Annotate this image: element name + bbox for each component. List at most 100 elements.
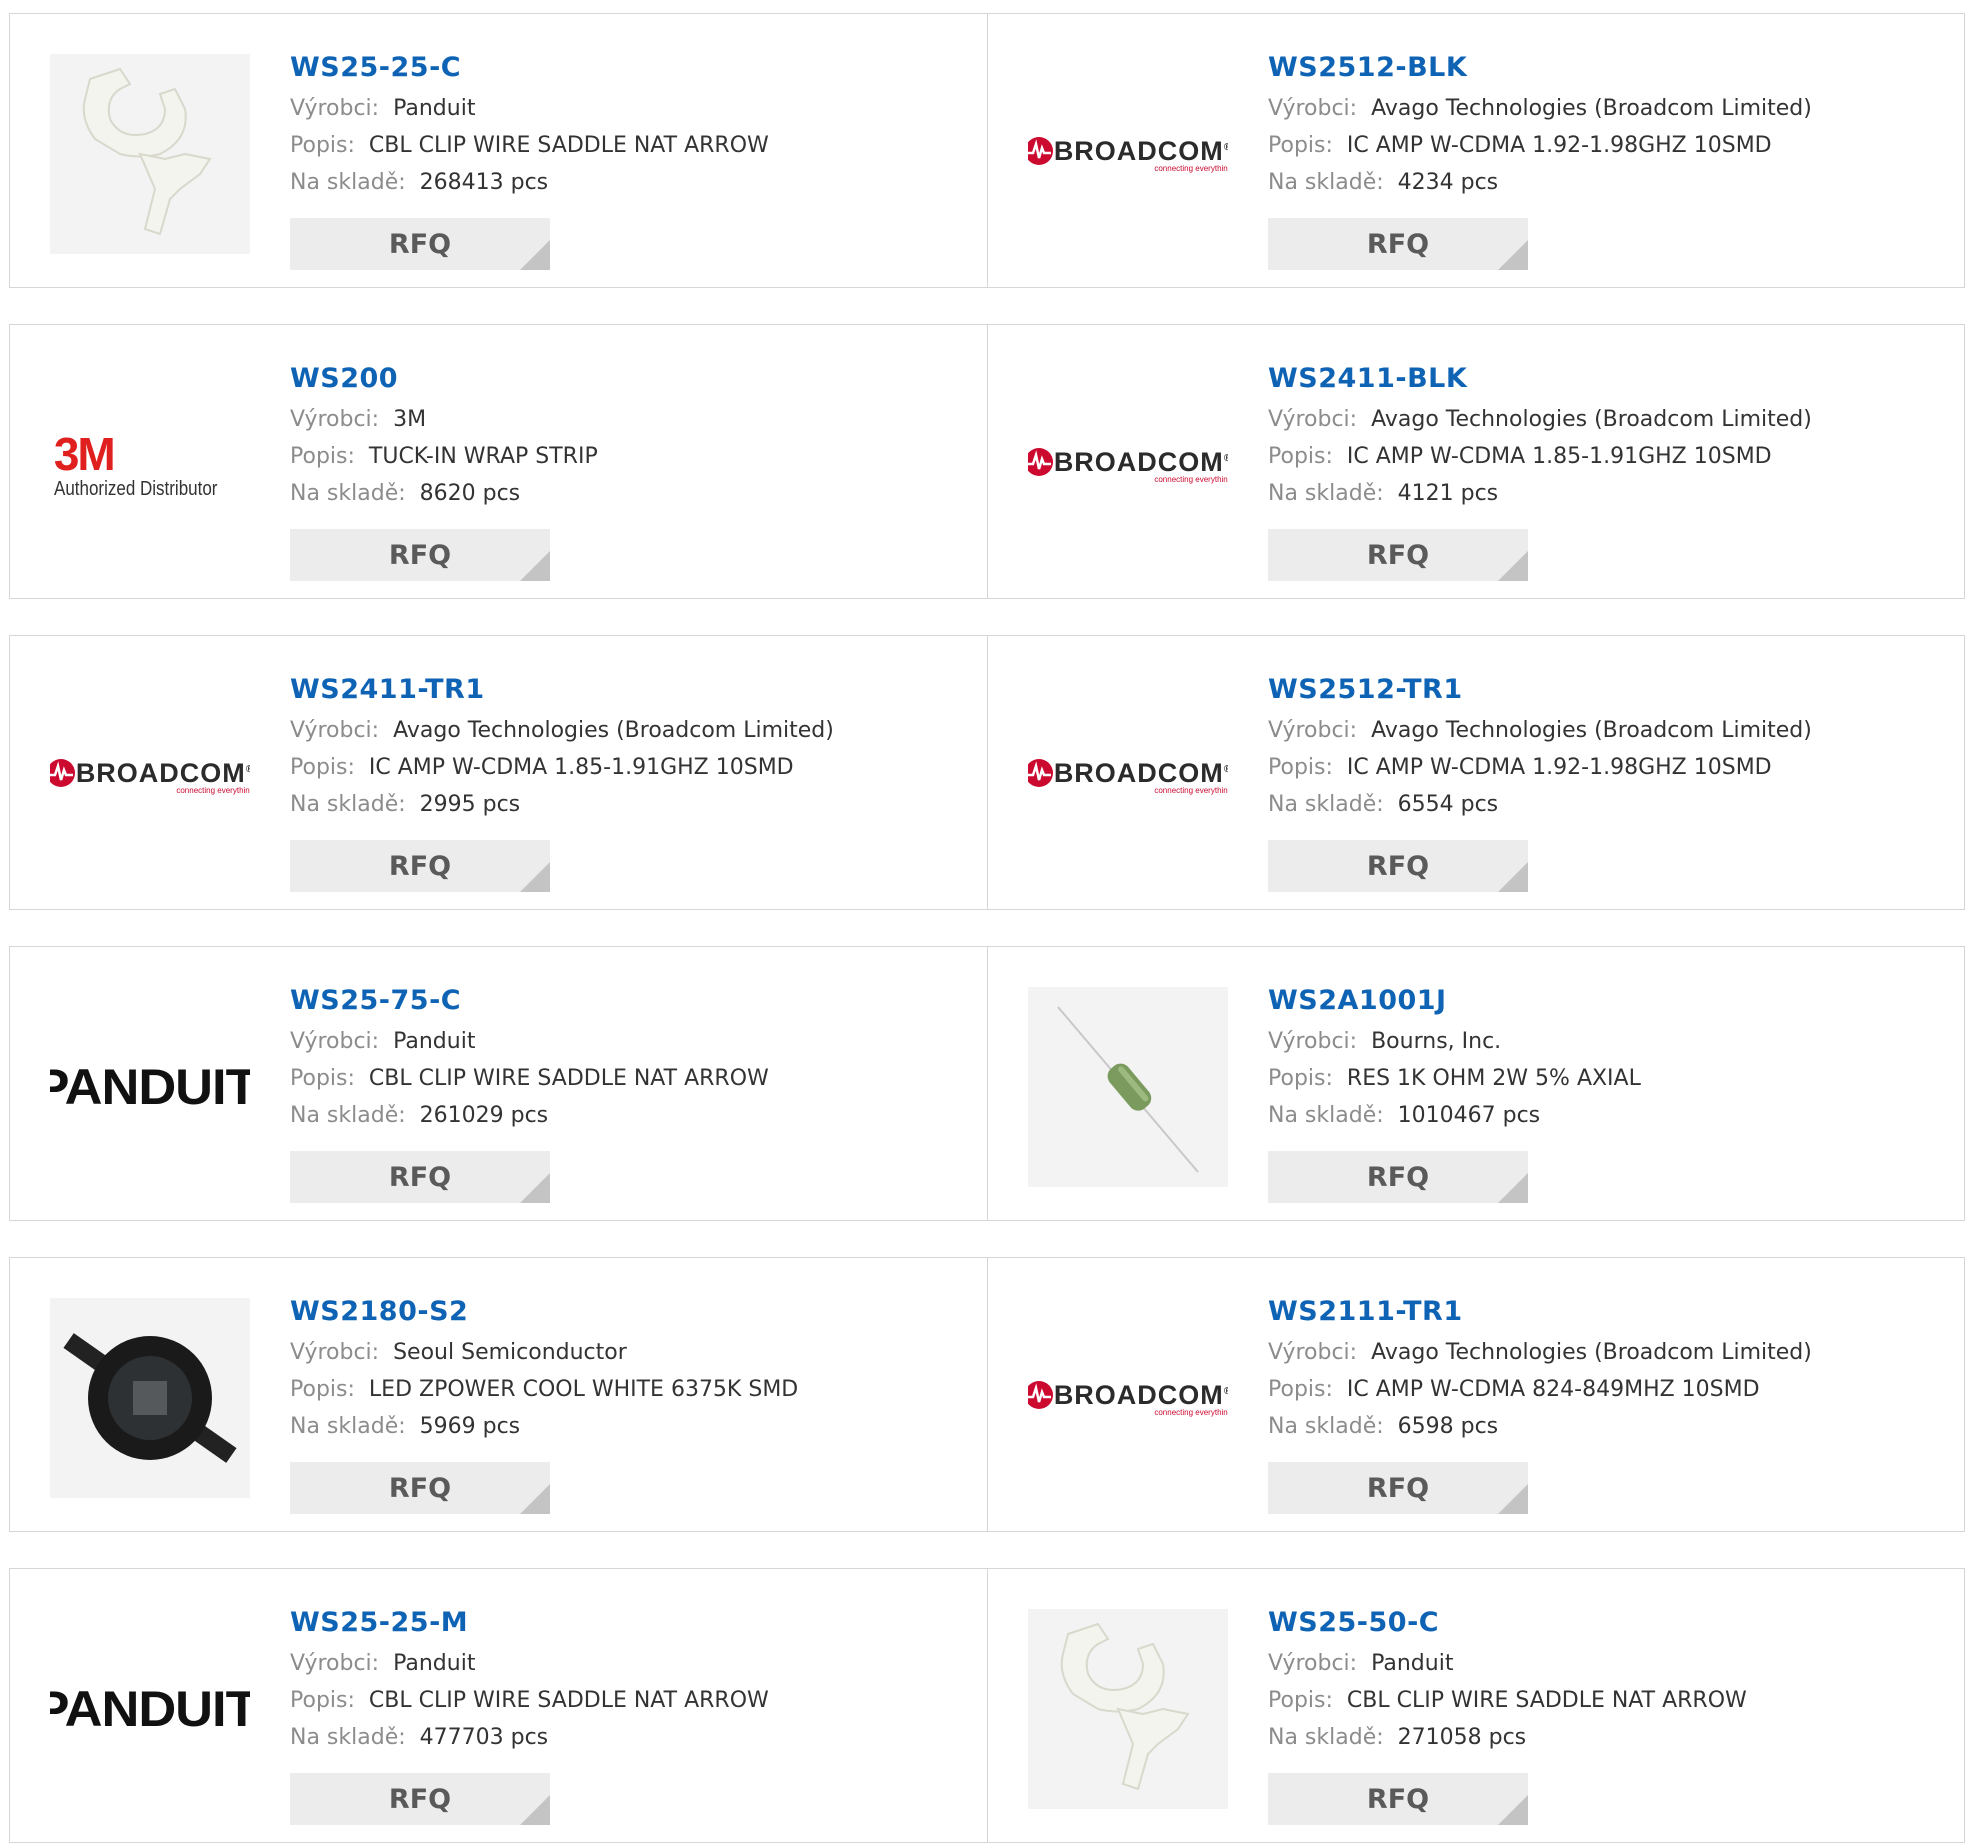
rfq-corner-decoration [1498, 1484, 1528, 1514]
part-number-link[interactable]: WS2512-BLK [1268, 46, 1948, 90]
stock-line: Na skladě: 1010467 pcs [1268, 1097, 1948, 1134]
part-number-link[interactable]: WS200 [290, 357, 970, 401]
product-card: PANDUIT® WS25-75-C Výrobci: Panduit Popis: C… [9, 947, 987, 1220]
product-thumbnail[interactable]: PANDUIT® [50, 987, 250, 1187]
broadcom-wordmark: BROADCOM® [1053, 446, 1228, 477]
product-thumbnail[interactable] [50, 54, 250, 254]
stock-value: 477703 pcs [419, 1725, 549, 1750]
rfq-button[interactable]: RFQ [290, 1151, 550, 1203]
part-number-link[interactable]: WS25-25-C [290, 46, 970, 90]
resistor-image [1057, 1006, 1199, 1173]
description-line: Popis: TUCK-IN WRAP STRIP [290, 438, 970, 475]
product-thumbnail[interactable]: BROADCOM® connecting everything [1028, 1298, 1228, 1498]
rfq-corner-decoration [520, 1795, 550, 1825]
product-card: WS25-50-C Výrobci: Panduit Popis: CBL CLIP W… [987, 1569, 1965, 1842]
stock-label: Na skladě: [1268, 1414, 1384, 1439]
product-grid: WS25-25-C Výrobci: Panduit Popis: CBL CLIP W… [0, 0, 1965, 1843]
product-thumbnail[interactable]: BROADCOM® connecting everything [50, 676, 250, 876]
manufacturer-label: Výrobci: [290, 1651, 380, 1676]
rfq-button[interactable]: RFQ [290, 529, 550, 581]
stock-line: Na skladě: 261029 pcs [290, 1097, 970, 1134]
rfq-button[interactable]: RFQ [1268, 1151, 1528, 1203]
rfq-button[interactable]: RFQ [290, 1773, 550, 1825]
product-row: 3M Authorized Distributor WS200 Výrobci: 3… [9, 324, 1965, 599]
product-thumbnail[interactable]: BROADCOM® connecting everything [1028, 676, 1228, 876]
stock-label: Na skladě: [290, 1414, 406, 1439]
description-label: Popis: [1268, 133, 1333, 158]
product-card: BROADCOM® connecting everything WS2512-T… [987, 636, 1965, 909]
description-value: IC AMP W-CDMA 824-849MHZ 10SMD [1346, 1377, 1760, 1402]
description-value: CBL CLIP WIRE SADDLE NAT ARROW [368, 133, 769, 158]
product-card: BROADCOM® connecting everything WS2512-B… [987, 14, 1965, 287]
stock-line: Na skladě: 271058 pcs [1268, 1719, 1948, 1756]
broadcom-tagline: connecting everything [1154, 785, 1228, 795]
product-info: WS25-75-C Výrobci: Panduit Popis: CBL CLIP W… [290, 979, 970, 1134]
part-number-link[interactable]: WS2512-TR1 [1268, 668, 1948, 712]
stock-line: Na skladě: 268413 pcs [290, 164, 970, 201]
broadcom-pulse-icon [1028, 448, 1053, 476]
product-info: WS25-25-C Výrobci: Panduit Popis: CBL CLIP W… [290, 46, 970, 201]
product-thumbnail[interactable] [1028, 987, 1228, 1187]
part-number-link[interactable]: WS2411-TR1 [290, 668, 970, 712]
description-value: IC AMP W-CDMA 1.92-1.98GHZ 10SMD [1346, 133, 1772, 158]
stock-label: Na skladě: [290, 170, 406, 195]
rfq-button[interactable]: RFQ [290, 840, 550, 892]
part-number-link[interactable]: WS25-50-C [1268, 1601, 1948, 1645]
rfq-button[interactable]: RFQ [1268, 840, 1528, 892]
part-number-link[interactable]: WS25-75-C [290, 979, 970, 1023]
description-line: Popis: IC AMP W-CDMA 1.85-1.91GHZ 10SMD [1268, 438, 1948, 475]
manufacturer-value: Avago Technologies (Broadcom Limited) [393, 718, 834, 743]
rfq-button[interactable]: RFQ [1268, 218, 1528, 270]
product-thumbnail[interactable]: BROADCOM® connecting everything [1028, 365, 1228, 565]
product-thumbnail[interactable]: PANDUIT® [50, 1609, 250, 1809]
description-line: Popis: CBL CLIP WIRE SADDLE NAT ARROW [290, 1060, 970, 1097]
stock-label: Na skladě: [1268, 1725, 1384, 1750]
stock-value: 4234 pcs [1397, 170, 1499, 195]
stock-label: Na skladě: [1268, 1103, 1384, 1128]
part-number-link[interactable]: WS2111-TR1 [1268, 1290, 1948, 1334]
broadcom-logo: BROADCOM® connecting everything [1028, 136, 1228, 173]
part-number-link[interactable]: WS2411-BLK [1268, 357, 1948, 401]
broadcom-wordmark: BROADCOM® [1053, 757, 1228, 788]
broadcom-logo: BROADCOM® connecting everything [1028, 447, 1228, 484]
stock-value: 5969 pcs [419, 1414, 521, 1439]
product-info: WS2411-TR1 Výrobci: Avago Technologies (Br… [290, 668, 970, 823]
stock-label: Na skladě: [1268, 170, 1384, 195]
rfq-button[interactable]: RFQ [1268, 1773, 1528, 1825]
rfq-button[interactable]: RFQ [290, 1462, 550, 1514]
description-line: Popis: IC AMP W-CDMA 1.85-1.91GHZ 10SMD [290, 749, 970, 786]
rfq-button[interactable]: RFQ [290, 218, 550, 270]
part-number-link[interactable]: WS2180-S2 [290, 1290, 970, 1334]
rfq-label: RFQ [388, 1783, 452, 1815]
broadcom-tagline: connecting everything [1154, 1407, 1228, 1417]
product-thumbnail[interactable] [1028, 1609, 1228, 1809]
product-thumbnail[interactable]: 3M Authorized Distributor [50, 365, 250, 565]
product-info: WS2A1001J Výrobci: Bourns, Inc. Popis: RES 1… [1268, 979, 1948, 1134]
product-thumbnail[interactable]: BROADCOM® connecting everything [1028, 54, 1228, 254]
description-line: Popis: CBL CLIP WIRE SADDLE NAT ARROW [1268, 1682, 1948, 1719]
description-value: IC AMP W-CDMA 1.85-1.91GHZ 10SMD [368, 755, 794, 780]
broadcom-wordmark: BROADCOM® [75, 757, 250, 788]
broadcom-pulse-icon [1028, 137, 1053, 165]
rfq-label: RFQ [1366, 1161, 1430, 1193]
manufacturer-line: Výrobci: Panduit [290, 1023, 970, 1060]
manufacturer-label: Výrobci: [1268, 96, 1358, 121]
rfq-label: RFQ [388, 850, 452, 882]
description-label: Popis: [290, 1377, 355, 1402]
manufacturer-value: Panduit [1371, 1651, 1454, 1676]
manufacturer-line: Výrobci: Bourns, Inc. [1268, 1023, 1948, 1060]
stock-value: 2995 pcs [419, 792, 521, 817]
manufacturer-label: Výrobci: [1268, 718, 1358, 743]
rfq-button[interactable]: RFQ [1268, 529, 1528, 581]
stock-value: 4121 pcs [1397, 481, 1499, 506]
part-number-link[interactable]: WS25-25-M [290, 1601, 970, 1645]
broadcom-logo: BROADCOM® connecting everything [50, 758, 250, 795]
product-card: BROADCOM® connecting everything WS2411-T… [9, 636, 987, 909]
product-thumbnail[interactable] [50, 1298, 250, 1498]
3m-logo: 3M Authorized Distributor [54, 430, 246, 501]
broadcom-logo: BROADCOM® connecting everything [1028, 758, 1228, 795]
part-number-link[interactable]: WS2A1001J [1268, 979, 1948, 1023]
description-label: Popis: [1268, 755, 1333, 780]
rfq-button[interactable]: RFQ [1268, 1462, 1528, 1514]
led-image [63, 1333, 237, 1463]
